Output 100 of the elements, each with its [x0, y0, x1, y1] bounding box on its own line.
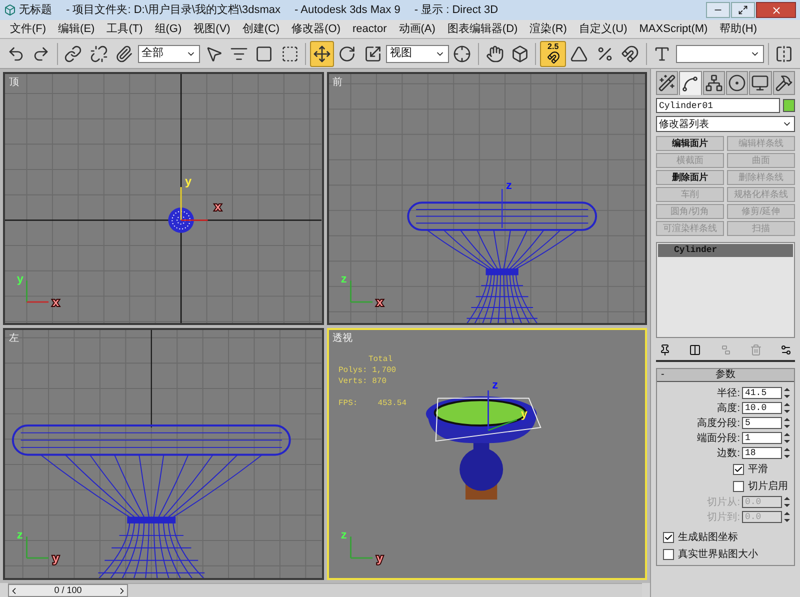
viewport-label[interactable]: 顶 [9, 75, 19, 90]
window-title: 无标题 [4, 2, 52, 18]
menu-item[interactable]: 组(G) [154, 20, 182, 38]
parameter-label: 高度分段: [697, 416, 740, 430]
stats-line: Verts: 870 [338, 376, 388, 386]
toolbar-button[interactable] [310, 40, 334, 66]
panel-tab[interactable] [656, 71, 678, 95]
menu-item[interactable]: MAXScript(M) [639, 20, 708, 38]
menu-item[interactable]: 视图(V) [194, 20, 230, 38]
stats-title: Total [368, 354, 394, 364]
viewport[interactable]: z y 左 [3, 328, 324, 580]
time-slider-thumb[interactable]: 0 / 100 [8, 584, 128, 597]
percent-icon [596, 44, 614, 62]
menu-item[interactable]: 工具(T) [106, 20, 143, 38]
box-icon [510, 44, 529, 62]
rotate-icon [338, 44, 356, 62]
magnet-icon [621, 44, 640, 62]
menu-item[interactable]: 帮助(H) [720, 20, 757, 38]
display-driver: - 显示 : Direct 3D [414, 2, 498, 18]
modifier-list-dropdown[interactable]: 修改器列表 [656, 116, 795, 132]
viewport[interactable]: z y z y 透视 Total Polys: 1,700 Verts: 870 FPS: 453.54 [326, 328, 647, 580]
columns-icon[interactable] [689, 344, 702, 356]
menu-item[interactable]: 修改器(O) [292, 20, 340, 38]
viewport[interactable]: y x y x 顶 [3, 72, 324, 324]
dropdown[interactable]: 视图 [386, 44, 449, 62]
spinner-field[interactable]: 10.0 [742, 402, 782, 414]
menu-item[interactable]: 文件(F) [10, 20, 46, 38]
checkbox[interactable] [663, 548, 674, 560]
viewport-label[interactable]: 透视 [332, 330, 352, 346]
axis-tripod-drawing: z y [340, 528, 383, 564]
paperclip-icon [114, 44, 133, 62]
spinner-arrows-icon[interactable] [784, 433, 790, 443]
curve-icon [681, 74, 700, 92]
snap-button[interactable]: 2.5 [540, 40, 566, 66]
hierarchy-icon [704, 74, 723, 92]
frame-counter: 0 / 100 [53, 586, 83, 595]
object-name-field[interactable]: Cylinder01 [656, 98, 780, 113]
spinner-arrows-icon[interactable] [784, 448, 790, 458]
settings-icon[interactable] [780, 344, 792, 356]
viewport-label[interactable]: 左 [9, 330, 19, 346]
transform-gizmo-drawing: y x [180, 175, 222, 221]
menu-item[interactable]: reactor [352, 20, 387, 38]
stack-item[interactable]: Cylinder [658, 244, 793, 257]
menu-item[interactable]: 图表编辑器(D) [447, 20, 518, 38]
panel-tab[interactable] [772, 71, 795, 95]
spinner-arrows-icon[interactable] [784, 497, 790, 507]
parameter-label: 切片从: [707, 496, 740, 510]
dropdown[interactable]: 全部 [138, 44, 200, 62]
maximize-button[interactable] [731, 2, 755, 18]
check-icon [734, 464, 743, 474]
checkbox[interactable] [733, 480, 744, 492]
parameter-label: 边数: [717, 446, 740, 460]
pin-icon[interactable] [659, 344, 671, 356]
check-icon [664, 532, 673, 542]
modifier-button[interactable]: 删除面片 [656, 170, 724, 185]
unlink-icon [90, 44, 108, 62]
dropdown[interactable] [676, 44, 764, 62]
stats-line: Polys: 1,700 [338, 364, 398, 376]
project-folder: - 项目文件夹: D:\用户目录\我的文档\3dsmax [66, 2, 281, 18]
panel-tab[interactable] [679, 71, 702, 95]
spinner-field[interactable]: 1 [742, 432, 782, 444]
menu-item[interactable]: 渲染(R) [530, 20, 567, 38]
square-icon [255, 44, 274, 62]
menu-item[interactable]: 创建(C) [242, 20, 280, 38]
scale-icon [364, 44, 382, 62]
menu-item[interactable]: 动画(A) [398, 20, 436, 38]
circle-icon [728, 74, 746, 92]
close-button[interactable] [756, 2, 796, 18]
move-icon [312, 44, 331, 62]
viewport[interactable]: z z x 前 [326, 72, 647, 324]
transform-gizmo-drawing: z [501, 179, 512, 228]
panel-tab[interactable] [726, 71, 748, 95]
checkbox[interactable] [663, 532, 674, 542]
parameter-label: 半径: [717, 386, 740, 400]
object-color-swatch[interactable] [783, 99, 795, 112]
axis-tripod-drawing: y x [16, 272, 60, 309]
triangle-icon [570, 44, 588, 62]
checkbox-label: 平滑 [748, 462, 768, 476]
rollout-header[interactable]: - 参数 [657, 369, 794, 382]
menu-item[interactable]: 自定义(U) [578, 20, 628, 38]
spinner-arrows-icon[interactable] [784, 418, 790, 428]
spinner-field[interactable]: 18 [742, 447, 782, 459]
panel-tab[interactable] [749, 71, 772, 95]
link-icon [64, 44, 82, 62]
checkbox-label: 真实世界贴图大小 [678, 548, 758, 562]
menu-item[interactable]: 编辑(E) [58, 20, 95, 38]
time-slider-track[interactable]: 0 / 100 [8, 583, 642, 597]
checkbox[interactable] [733, 464, 744, 474]
monitor-icon [751, 74, 770, 92]
spinner-arrows-icon[interactable] [784, 512, 790, 522]
magnet-icon [546, 51, 560, 64]
spinner-field[interactable]: 5 [742, 417, 782, 429]
modifier-button[interactable]: 编辑面片 [656, 136, 724, 151]
fps-value: 453.54 [378, 398, 407, 408]
spinner-field[interactable]: 41.5 [742, 387, 782, 399]
panel-tab[interactable] [702, 71, 725, 95]
hammer-icon [774, 74, 793, 92]
viewport-label[interactable]: 前 [332, 75, 342, 90]
spinner-arrows-icon[interactable] [784, 403, 790, 413]
spinner-arrows-icon[interactable] [784, 388, 790, 398]
